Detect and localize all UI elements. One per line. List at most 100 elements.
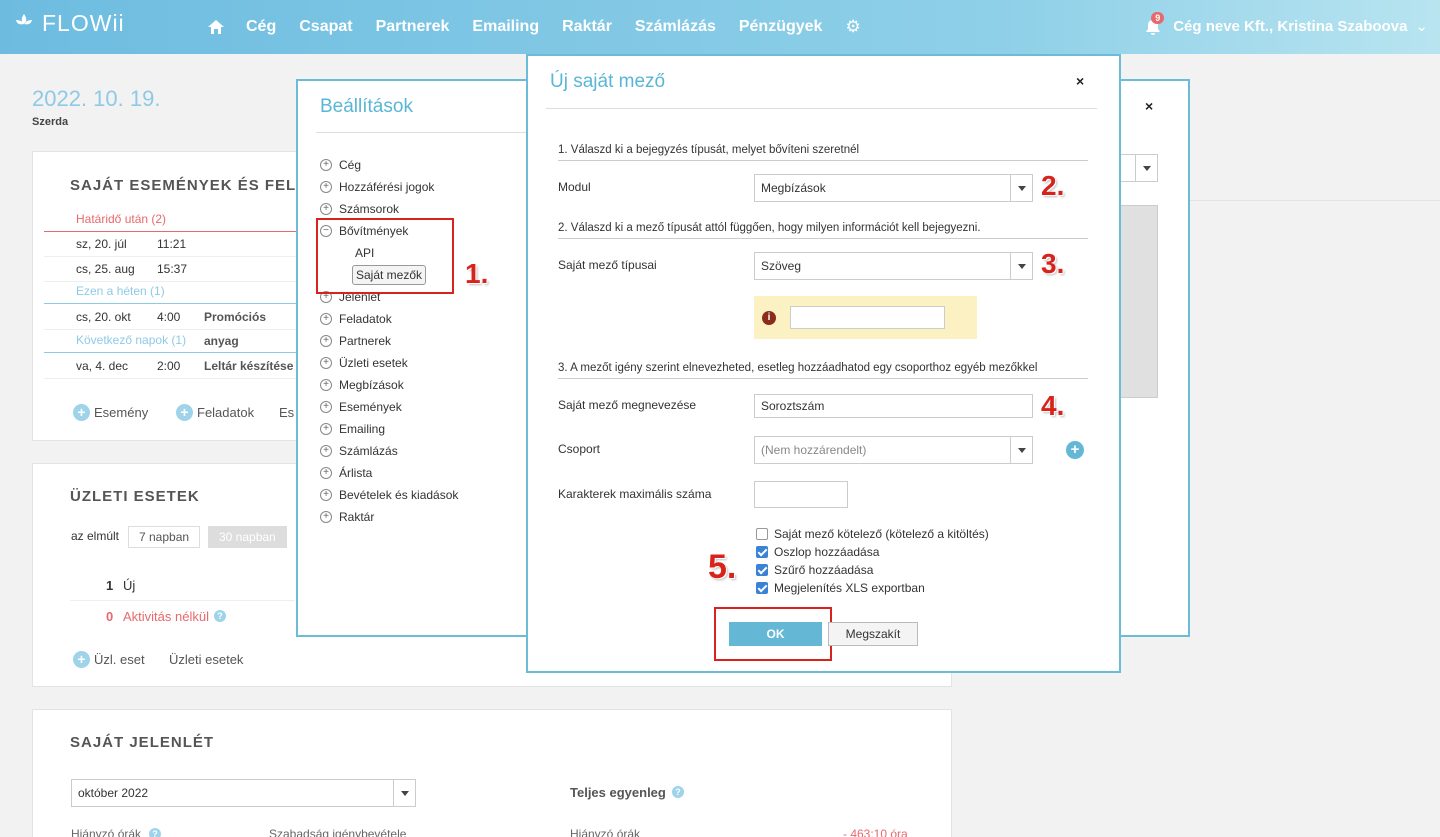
info-text-input[interactable] — [790, 306, 945, 329]
tree-item-label: Üzleti esetek — [339, 356, 408, 370]
expand-icon[interactable]: + — [320, 357, 332, 369]
tree-item-events[interactable]: + Események — [320, 396, 458, 418]
event-title: Leltár készítése — [204, 359, 294, 373]
expand-icon[interactable]: + — [320, 401, 332, 413]
nav-raktar[interactable]: Raktár — [562, 18, 612, 36]
add-filter-checkbox[interactable]: Szűrő hozzáadása — [756, 561, 873, 579]
balance-label: Teljes egyenleg — [570, 785, 666, 800]
tree-item-number-series[interactable]: + Számsorok — [320, 198, 458, 220]
flowii-logo[interactable]: FLOWii — [12, 10, 125, 37]
tree-item-warehouse[interactable]: + Raktár — [320, 506, 458, 528]
event-row[interactable]: cs, 25. aug 15:37 — [44, 257, 304, 282]
nav-csapat[interactable]: Csapat — [299, 18, 352, 36]
range-label: az elmúlt — [71, 529, 120, 543]
checkbox-box[interactable] — [756, 546, 768, 558]
max-chars-input[interactable] — [754, 481, 848, 508]
nav-emailing[interactable]: Emailing — [472, 18, 539, 36]
events-link[interactable]: Es — [279, 405, 294, 420]
type-label: Saját mező típusai — [558, 258, 657, 272]
tree-item-emailing[interactable]: + Emailing — [320, 418, 458, 440]
range-30-button[interactable]: 30 napban — [208, 526, 287, 548]
tree-item-business-cases[interactable]: + Üzleti esetek — [320, 352, 458, 374]
range-7-button[interactable]: 7 napban — [128, 526, 201, 548]
settings-title-divider — [316, 132, 528, 133]
required-checkbox[interactable]: Saját mező kötelező (kötelező a kitöltés… — [756, 525, 989, 543]
expand-icon[interactable]: + — [320, 423, 332, 435]
user-name: Cég neve Kft., Kristina Szaboova — [1173, 17, 1408, 35]
expand-icon[interactable]: + — [320, 181, 332, 193]
xls-export-checkbox[interactable]: Megjelenítés XLS exportban — [756, 579, 925, 597]
expand-icon[interactable]: + — [320, 379, 332, 391]
add-column-checkbox[interactable]: Oszlop hozzáadása — [756, 543, 879, 561]
event-row[interactable]: va, 4. dec 2:00 Leltár készítése — [44, 354, 304, 379]
tree-item-pricelist[interactable]: + Árlista — [320, 462, 458, 484]
chevron-down-icon: ⌄ — [1415, 18, 1428, 35]
title-divider — [546, 108, 1097, 109]
tree-item-invoicing[interactable]: + Számlázás — [320, 440, 458, 462]
checkbox-box[interactable] — [756, 582, 768, 594]
expand-icon[interactable]: + — [320, 445, 332, 457]
home-icon[interactable] — [206, 17, 226, 37]
notification-badge: 9 — [1151, 12, 1165, 24]
nav-ceg[interactable]: Cég — [246, 18, 276, 36]
chevron-down-icon — [1010, 175, 1032, 201]
add-group-icon[interactable]: + — [1066, 441, 1084, 459]
expand-icon[interactable]: + — [320, 335, 332, 347]
expand-icon[interactable]: + — [320, 203, 332, 215]
business-cases-link[interactable]: Üzleti esetek — [169, 652, 243, 667]
stat-new-label[interactable]: Új — [123, 578, 135, 593]
cancel-button[interactable]: Megszakít — [828, 622, 918, 646]
month-select[interactable]: október 2022 — [71, 779, 416, 807]
settings-tree: + Cég + Hozzáférési jogok + Számsorok − Bőví… — [320, 154, 458, 528]
event-time: 11:21 — [157, 237, 187, 251]
month-select-value: október 2022 — [78, 786, 149, 800]
add-task-link[interactable]: + Feladatok — [176, 404, 254, 421]
user-menu[interactable]: 9 Cég neve Kft., Kristina Szaboova ⌄ — [1145, 12, 1428, 35]
info-icon: i — [762, 311, 776, 325]
chevron-down-icon — [393, 780, 415, 806]
tree-item-income-expenses[interactable]: + Bevételek és kiadások — [320, 484, 458, 506]
bell-icon[interactable]: 9 — [1145, 12, 1165, 35]
attendance-panel — [32, 709, 952, 837]
missing-hours-label: Hiányzó órák — [71, 827, 142, 837]
nav-szamlazas[interactable]: Számlázás — [635, 18, 716, 36]
close-icon[interactable]: × — [1076, 73, 1084, 89]
expand-icon[interactable]: + — [320, 159, 332, 171]
vacation-label: Szabadság igénybevétele — [269, 827, 407, 837]
tree-item-label: Számlázás — [339, 444, 398, 458]
group-select[interactable]: (Nem hozzárendelt) — [754, 436, 1033, 464]
tree-item-partners[interactable]: + Partnerek — [320, 330, 458, 352]
settings-select[interactable] — [1120, 154, 1158, 182]
nav-penzugyek[interactable]: Pénzügyek — [739, 18, 823, 36]
expand-icon[interactable]: + — [320, 511, 332, 523]
help-icon: ? — [214, 610, 226, 622]
field-name-input[interactable]: Soroztszám — [754, 394, 1033, 418]
close-icon[interactable]: × — [1145, 98, 1153, 114]
stat-inactive-label[interactable]: Aktivitás nélkül — [123, 609, 209, 624]
module-select[interactable]: Megbízások — [754, 174, 1033, 202]
annotation-3: 3. — [1041, 248, 1065, 279]
help-icon: ? — [149, 828, 161, 837]
ok-button[interactable]: OK — [729, 622, 822, 646]
nav-partnerek[interactable]: Partnerek — [376, 18, 450, 36]
checkbox-box[interactable] — [756, 564, 768, 576]
expand-icon[interactable]: + — [320, 489, 332, 501]
stat-inactive-count: 0 — [106, 609, 114, 624]
expand-icon[interactable]: + — [320, 467, 332, 479]
event-row[interactable]: cs, 20. okt 4:00 Promóciós anyag — [44, 305, 304, 348]
tree-item-label: Számsorok — [339, 202, 400, 216]
tree-item-tasks[interactable]: + Feladatok — [320, 308, 458, 330]
add-business-case-link[interactable]: + Üzl. eset — [73, 651, 145, 668]
current-day: Szerda — [32, 116, 69, 128]
event-row[interactable]: sz, 20. júl 11:21 — [44, 232, 304, 257]
tree-item-access[interactable]: + Hozzáférési jogok — [320, 176, 458, 198]
chevron-down-icon — [1135, 155, 1157, 181]
tree-item-ceg[interactable]: + Cég — [320, 154, 458, 176]
checkbox-box[interactable] — [756, 528, 768, 540]
tree-item-orders[interactable]: + Megbízások — [320, 374, 458, 396]
type-select[interactable]: Szöveg — [754, 252, 1033, 280]
expand-icon[interactable]: + — [320, 313, 332, 325]
add-event-link[interactable]: + Esemény — [73, 404, 148, 421]
event-time: 2:00 — [157, 359, 181, 373]
gear-icon[interactable]: ⚙ — [845, 17, 860, 37]
